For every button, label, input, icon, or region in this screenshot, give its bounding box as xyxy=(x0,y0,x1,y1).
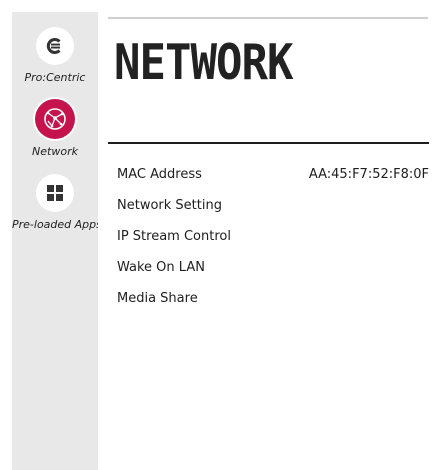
menu-item-label: Network Setting xyxy=(117,198,222,213)
network-globe-icon xyxy=(35,99,75,139)
menu-item-mac-address[interactable]: MAC Address AA:45:F7:52:F8:0F xyxy=(117,167,429,198)
sidebar-item-preloaded-apps[interactable]: Pre-loaded Apps xyxy=(12,174,102,231)
network-menu: MAC Address AA:45:F7:52:F8:0F Network Se… xyxy=(117,167,429,322)
page-title: NETWORK xyxy=(114,34,293,92)
sidebar-item-label: Pro:Centric xyxy=(24,71,86,84)
apps-grid-icon xyxy=(36,174,74,212)
sidebar-item-procentric[interactable]: Pro:Centric xyxy=(12,27,98,84)
menu-item-media-share[interactable]: Media Share xyxy=(117,291,429,322)
title-divider xyxy=(108,142,429,144)
sidebar-item-network[interactable]: Network xyxy=(12,99,98,158)
menu-item-network-setting[interactable]: Network Setting xyxy=(117,198,429,229)
sidebar-item-label: Pre-loaded Apps xyxy=(12,218,102,231)
menu-item-label: MAC Address xyxy=(117,167,202,182)
menu-item-label: Wake On LAN xyxy=(117,260,205,275)
menu-item-label: Media Share xyxy=(117,291,198,306)
mac-address-value: AA:45:F7:52:F8:0F xyxy=(308,167,429,182)
menu-item-wake-on-lan[interactable]: Wake On LAN xyxy=(117,260,429,291)
menu-item-ip-stream-control[interactable]: IP Stream Control xyxy=(117,229,429,260)
procentric-icon xyxy=(36,27,74,65)
sidebar-item-label: Network xyxy=(32,145,78,158)
main-panel: NETWORK MAC Address AA:45:F7:52:F8:0F Ne… xyxy=(98,12,436,470)
top-divider xyxy=(108,17,428,19)
menu-item-label: IP Stream Control xyxy=(117,229,231,244)
sidebar: Pro:Centric Network Pre-loaded Apps xyxy=(12,12,102,470)
